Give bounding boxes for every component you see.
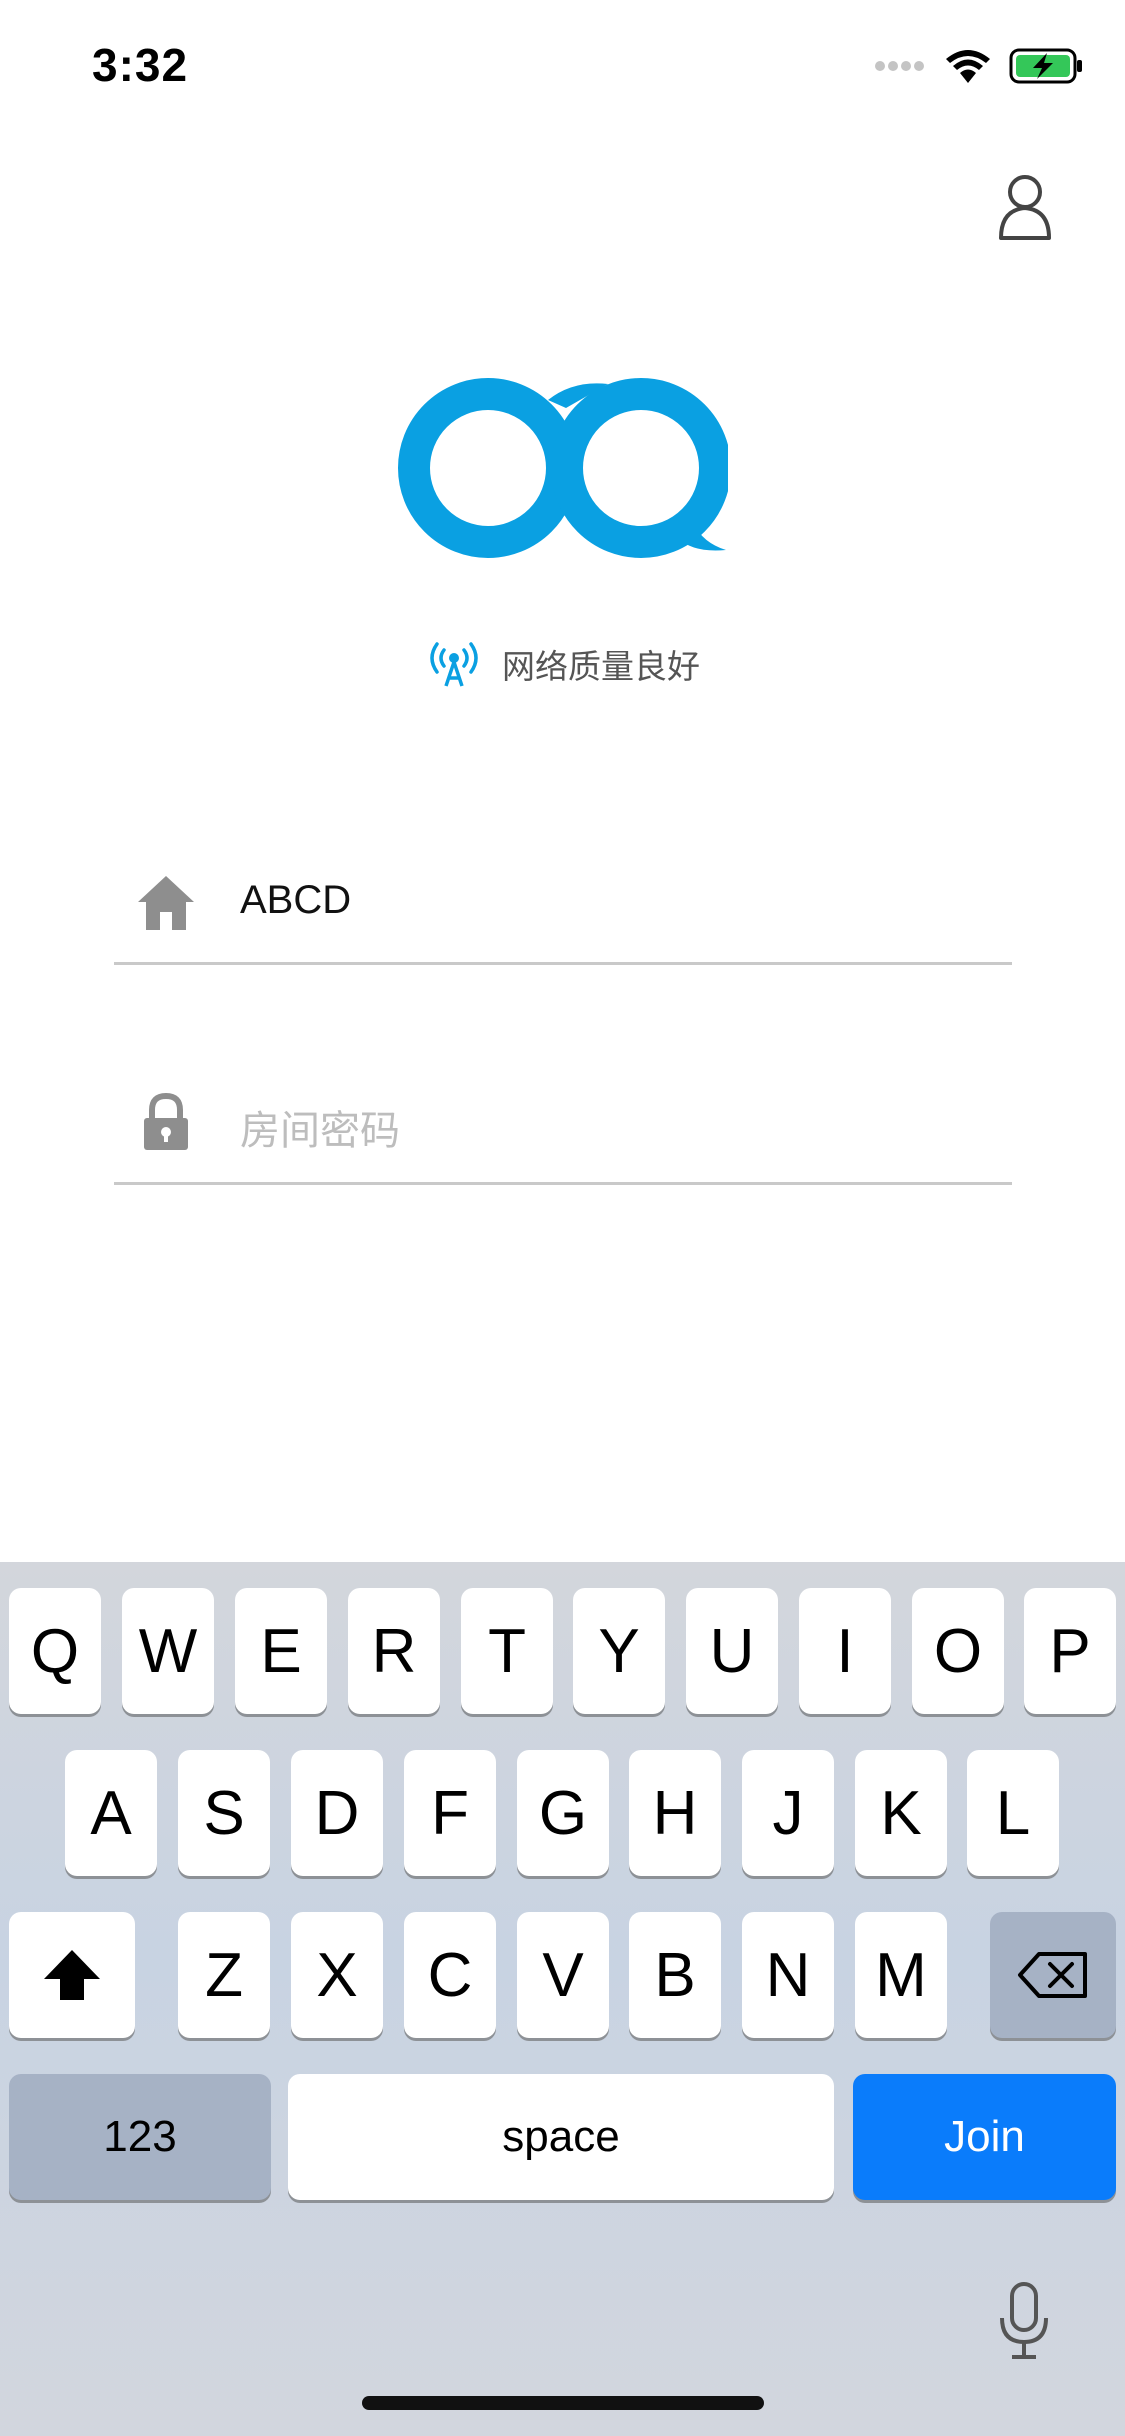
key-x[interactable]: X — [291, 1912, 383, 2038]
key-o[interactable]: O — [912, 1588, 1004, 1714]
space-key[interactable]: space — [288, 2074, 834, 2200]
key-y[interactable]: Y — [573, 1588, 665, 1714]
lock-icon — [144, 1092, 188, 1150]
key-f[interactable]: F — [404, 1750, 496, 1876]
key-t[interactable]: T — [461, 1588, 553, 1714]
key-c[interactable]: C — [404, 1912, 496, 2038]
key-z[interactable]: Z — [178, 1912, 270, 2038]
join-key[interactable]: Join — [853, 2074, 1116, 2200]
network-status: 网络质量良好 — [426, 640, 700, 688]
battery-charging-icon — [1009, 48, 1082, 84]
shift-key[interactable] — [9, 1912, 135, 2038]
password-input[interactable]: 房间密码 — [240, 1098, 400, 1156]
key-w[interactable]: W — [122, 1588, 214, 1714]
key-e[interactable]: E — [235, 1588, 327, 1714]
keyboard: Q W E R T Y U I O P A S D F G H J K L Z … — [0, 1562, 1125, 2436]
house-icon — [138, 876, 194, 930]
wifi-icon — [946, 50, 990, 83]
broadcast-icon — [430, 642, 478, 687]
key-k[interactable]: K — [855, 1750, 947, 1876]
key-h[interactable]: H — [629, 1750, 721, 1876]
signal-dots-icon — [875, 61, 924, 71]
key-p[interactable]: P — [1024, 1588, 1116, 1714]
person-icon[interactable] — [995, 172, 1055, 242]
key-v[interactable]: V — [517, 1912, 609, 2038]
key-i[interactable]: I — [799, 1588, 891, 1714]
key-j[interactable]: J — [742, 1750, 834, 1876]
key-m[interactable]: M — [855, 1912, 947, 2038]
key-q[interactable]: Q — [9, 1588, 101, 1714]
key-r[interactable]: R — [348, 1588, 440, 1714]
key-l[interactable]: L — [967, 1750, 1059, 1876]
app-logo — [398, 378, 728, 558]
key-a[interactable]: A — [65, 1750, 157, 1876]
key-s[interactable]: S — [178, 1750, 270, 1876]
backspace-icon — [1018, 1952, 1087, 1998]
network-status-text: 网络质量良好 — [502, 648, 700, 685]
status-time: 3:32 — [92, 39, 189, 91]
backspace-key[interactable] — [990, 1912, 1116, 2038]
key-u[interactable]: U — [686, 1588, 778, 1714]
home-indicator[interactable] — [362, 2396, 764, 2410]
microphone-icon[interactable] — [996, 2282, 1052, 2360]
password-field[interactable]: 房间密码 — [114, 1070, 1012, 1185]
status-icons — [875, 48, 1083, 84]
key-b[interactable]: B — [629, 1912, 721, 2038]
numbers-key[interactable]: 123 — [9, 2074, 271, 2200]
key-d[interactable]: D — [291, 1750, 383, 1876]
room-field[interactable]: ABCD — [114, 850, 1012, 965]
key-g[interactable]: G — [517, 1750, 609, 1876]
room-input[interactable]: ABCD — [240, 878, 351, 923]
shift-icon — [44, 1950, 100, 2000]
key-n[interactable]: N — [742, 1912, 834, 2038]
